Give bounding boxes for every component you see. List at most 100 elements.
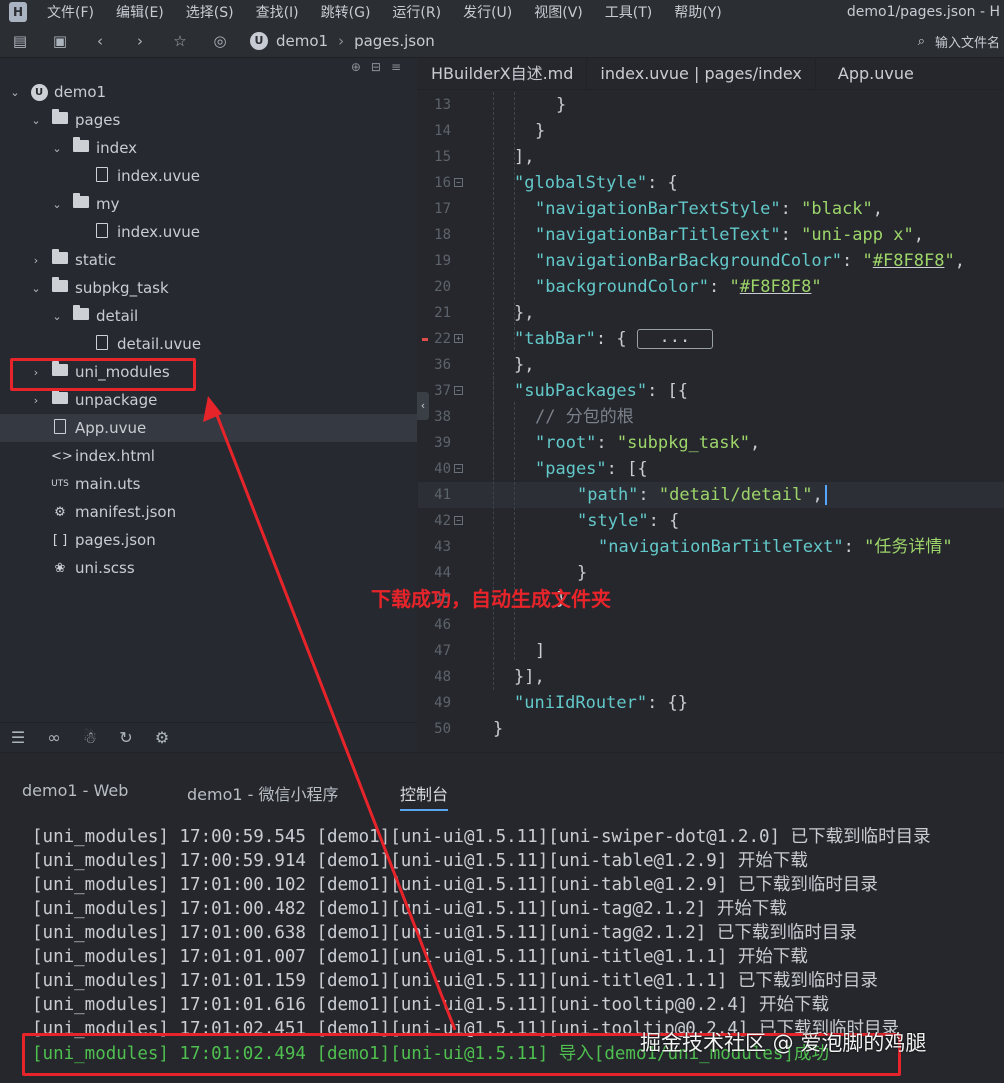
menu-item[interactable]: 选择(S) <box>186 2 234 22</box>
tree-item[interactable]: UTS main.uts <box>0 470 417 498</box>
plugin-icon[interactable]: ⚙ <box>144 728 180 747</box>
file-search[interactable]: ⌕ 输入文件名 <box>918 24 1004 58</box>
tree-item[interactable]: › static <box>0 246 417 274</box>
menu-item[interactable]: 文件(F) <box>47 2 94 22</box>
chevron-right-icon: › <box>33 393 39 407</box>
file-search-placeholder[interactable]: 输入文件名 <box>935 32 1000 51</box>
code-text: } <box>493 716 503 742</box>
tree-item-label: manifest.json <box>75 503 177 521</box>
manifest-file-icon: ⚙ <box>54 504 66 520</box>
file-icon <box>51 418 69 438</box>
tree-item[interactable]: App.uvue <box>0 414 417 442</box>
breadcrumb-file[interactable]: pages.json <box>354 32 435 50</box>
new-file-icon[interactable]: ▤ <box>0 32 40 50</box>
run-icon[interactable]: ◎ <box>200 32 240 50</box>
tree-item-label: index <box>96 139 138 157</box>
menu-item[interactable]: 帮助(Y) <box>674 2 721 22</box>
chevron-down-icon: ⌄ <box>52 197 62 211</box>
breadcrumb-separator-icon: › <box>338 31 345 50</box>
tree-item[interactable]: detail.uvue <box>0 330 417 358</box>
uts-file-icon: UTS <box>51 479 69 489</box>
collapse-fold-icon[interactable]: − <box>454 516 463 525</box>
code-token: }], <box>514 667 545 687</box>
tab-app-uvue[interactable]: App.uvue <box>816 58 927 89</box>
tab-console-weixin[interactable]: demo1 - 微信小程序 <box>187 781 339 805</box>
tree-item[interactable]: [ ] pages.json <box>0 526 417 554</box>
tree-item[interactable]: ⌄ index <box>0 134 417 162</box>
menu-item[interactable]: 视图(V) <box>534 2 583 22</box>
line-number: 40 <box>434 461 451 477</box>
sidebar-icon-strip: ☰ ∞ ☃ ↻ ⚙ <box>0 722 417 752</box>
forward-icon[interactable]: › <box>120 32 160 50</box>
tree-item[interactable]: ⚙ manifest.json <box>0 498 417 526</box>
tree-item[interactable]: ⌄ pages <box>0 106 417 134</box>
binoculars-icon[interactable]: ∞ <box>36 728 72 747</box>
code-token: : [{ <box>606 459 648 479</box>
folded-region[interactable]: ... <box>636 329 713 349</box>
git-icon[interactable]: ↻ <box>108 728 144 747</box>
breadcrumb-project[interactable]: demo1 <box>276 32 328 50</box>
tree-item-label: pages.json <box>75 531 156 549</box>
tree-item[interactable]: ⌄ my <box>0 190 417 218</box>
code-line: 14} <box>418 118 1004 144</box>
tree-item[interactable]: ⌄ Udemo1 <box>0 78 417 106</box>
code-token: : <box>780 199 802 219</box>
code-token: " <box>729 277 740 297</box>
chevron-down-icon: ⌄ <box>52 309 62 323</box>
menu-item[interactable]: 工具(T) <box>605 2 652 22</box>
menu-item[interactable]: 运行(R) <box>392 2 441 22</box>
tab-readme[interactable]: HBuilderX自述.md <box>418 58 588 89</box>
code-line: 37− "subPackages": [{ <box>418 378 1004 404</box>
debug-bug-icon[interactable]: ☃ <box>72 728 108 747</box>
tab-console-web[interactable]: demo1 - Web <box>22 781 128 800</box>
tree-item-label: detail <box>96 307 139 325</box>
code-token: " <box>862 251 873 271</box>
console-line: [uni_modules] 17:00:59.914 [demo1][uni-u… <box>32 851 808 871</box>
explorer-icon[interactable]: ☰ <box>0 728 36 747</box>
code-token: "subPackages" <box>514 381 648 401</box>
color-value: #F8F8F8 <box>872 251 945 271</box>
menu-item[interactable]: 查找(I) <box>256 2 299 22</box>
tree-item-label: pages <box>75 111 121 129</box>
code-line: 38// 分包的根 <box>418 404 1004 430</box>
tab-index-uvue[interactable]: index.uvue | pages/index <box>587 58 816 89</box>
code-text: "navigationBarBackgroundColor": "#F8F8F8… <box>535 248 965 274</box>
tree-item[interactable]: ❀ uni.scss <box>0 554 417 582</box>
console-line: [uni_modules] 17:01:00.482 [demo1][uni-u… <box>32 899 787 919</box>
collapse-fold-icon[interactable]: − <box>454 178 463 187</box>
chevron-down-icon: ⌄ <box>31 281 41 295</box>
collapse-all-icon[interactable]: ⊟ <box>371 60 391 74</box>
code-token: } <box>493 719 504 739</box>
locate-icon[interactable]: ⊕ <box>351 60 371 74</box>
code-editor[interactable]: 13} 14} 15], 16− "globalStyle": {17 "navigati… <box>418 90 1004 752</box>
code-token: "navigationBarTitleText" <box>535 225 781 245</box>
tree-item[interactable]: index.uvue <box>0 162 417 190</box>
line-number: 21 <box>434 305 451 321</box>
collapse-fold-icon[interactable]: − <box>454 464 463 473</box>
code-line: 18 "navigationBarTitleText": "uni-app x", <box>418 222 1004 248</box>
color-value: #F8F8F8 <box>739 277 812 297</box>
file-icon <box>93 166 111 186</box>
expand-fold-icon[interactable]: + <box>454 334 463 343</box>
save-icon[interactable]: ▣ <box>40 32 80 50</box>
tree-item-label: index.uvue <box>117 223 200 241</box>
tree-item[interactable]: index.uvue <box>0 218 417 246</box>
collapse-fold-icon[interactable]: − <box>454 386 463 395</box>
back-icon[interactable]: ‹ <box>80 32 120 50</box>
explorer-menu-icon[interactable]: ≡ <box>391 60 411 74</box>
line-number: 41 <box>434 487 451 503</box>
tab-console-log[interactable]: 控制台 <box>400 781 449 811</box>
search-icon: ⌕ <box>917 33 925 49</box>
collapse-sidebar-icon[interactable]: ‹ <box>417 392 429 420</box>
menu-item[interactable]: 编辑(E) <box>116 2 164 22</box>
tree-item[interactable]: <> index.html <box>0 442 417 470</box>
menu-item[interactable]: 跳转(G) <box>321 2 371 22</box>
star-icon[interactable]: ☆ <box>160 32 200 50</box>
scss-file-icon: ❀ <box>54 560 66 576</box>
tree-item[interactable]: ⌄ detail <box>0 302 417 330</box>
menu-item[interactable]: 发行(U) <box>463 2 512 22</box>
project-icon: U <box>30 83 48 101</box>
code-token: } <box>577 563 588 583</box>
tree-item[interactable]: ⌄ subpkg_task <box>0 274 417 302</box>
code-token: "globalStyle" <box>514 173 648 193</box>
